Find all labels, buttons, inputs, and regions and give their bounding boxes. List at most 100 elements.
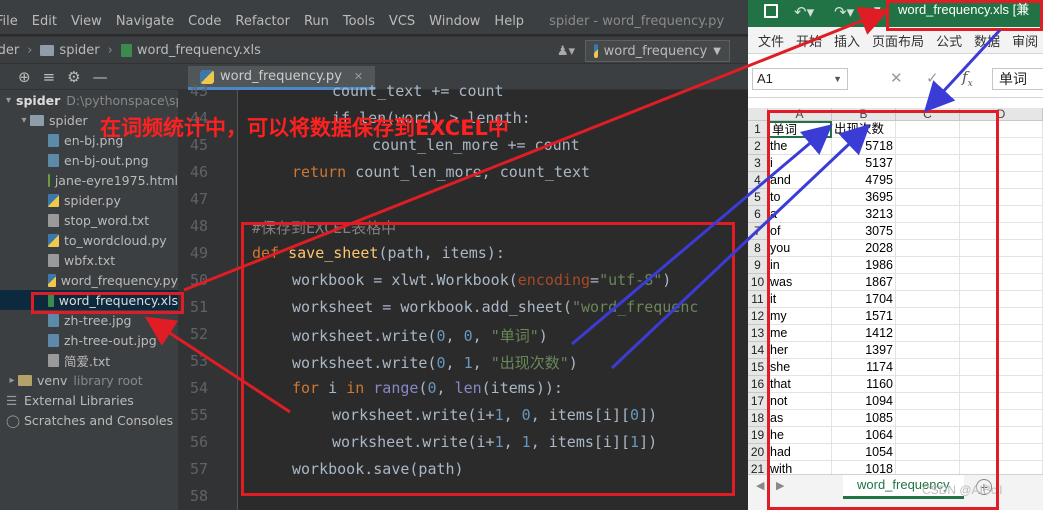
table-cell[interactable] [896,308,960,325]
ribbon-tab-insert[interactable]: 插入 [828,31,866,50]
table-cell[interactable] [896,138,960,155]
menu-window[interactable]: Window [422,14,487,29]
table-cell[interactable] [896,359,960,376]
tree-file[interactable]: zh-tree.jpg [0,310,178,330]
collapse-icon[interactable]: ≡ [43,68,56,86]
table-cell[interactable]: a [768,206,832,223]
menu-file[interactable]: File [0,14,25,29]
menu-navigate[interactable]: Navigate [109,14,181,29]
row-header[interactable]: 19 [748,427,768,444]
menu-view[interactable]: View [64,14,109,29]
menu-refactor[interactable]: Refactor [228,14,297,29]
select-all-corner[interactable] [748,108,768,121]
table-cell[interactable] [960,274,1043,291]
table-cell[interactable]: was [768,274,832,291]
cancel-icon[interactable]: ✕ [890,69,903,87]
row-header[interactable]: 11 [748,291,768,308]
locate-icon[interactable]: ⊕ [18,68,31,86]
table-cell[interactable]: 1160 [832,376,896,393]
menu-code[interactable]: Code [181,14,228,29]
table-cell[interactable] [896,121,960,138]
table-cell[interactable]: you [768,240,832,257]
row-header[interactable]: 17 [748,393,768,410]
table-cell[interactable]: it [768,291,832,308]
table-cell[interactable] [960,325,1043,342]
table-cell[interactable]: the [768,138,832,155]
gear-icon[interactable]: ⚙ [67,68,80,86]
run-config-dropdown[interactable]: word_frequency ▼ [585,40,730,62]
breadcrumb-file[interactable]: word_frequency.xls [120,43,261,58]
minimize-icon[interactable]: — [93,68,108,86]
ribbon-tab-data[interactable]: 数据 [968,31,1006,50]
table-cell[interactable] [960,427,1043,444]
table-cell[interactable] [896,325,960,342]
user-icon[interactable]: ♟▾ [557,44,575,59]
row-header[interactable]: 10 [748,274,768,291]
table-cell[interactable]: 3695 [832,189,896,206]
row-header[interactable]: 18 [748,410,768,427]
table-cell[interactable]: 4795 [832,172,896,189]
table-cell[interactable]: me [768,325,832,342]
table-cell[interactable]: 2028 [832,240,896,257]
table-cell[interactable] [960,155,1043,172]
table-cell[interactable] [960,342,1043,359]
row-header[interactable]: 2 [748,138,768,155]
menu-tools[interactable]: Tools [336,14,382,29]
undo-icon[interactable]: ↶▾ [794,3,814,21]
table-cell[interactable] [896,206,960,223]
table-cell[interactable] [896,155,960,172]
table-cell[interactable] [960,138,1043,155]
column-header[interactable]: B [832,108,896,121]
table-cell[interactable] [896,172,960,189]
table-cell[interactable]: as [768,410,832,427]
quick-access-icon[interactable]: ▾ [874,2,881,18]
column-header[interactable]: C [896,108,960,121]
tree-file[interactable]: en-bj-out.png [0,150,178,170]
ribbon-tab-formulas[interactable]: 公式 [930,31,968,50]
menu-vcs[interactable]: VCS [382,14,422,29]
table-cell[interactable]: and [768,172,832,189]
formula-input[interactable]: 单词 [992,68,1043,90]
table-cell[interactable]: 出现次数 [832,121,896,138]
ribbon-tab-layout[interactable]: 页面布局 [866,31,930,50]
table-cell[interactable]: 5137 [832,155,896,172]
confirm-icon[interactable]: ✓ [926,69,939,87]
table-cell[interactable] [896,410,960,427]
table-cell[interactable] [960,189,1043,206]
table-cell[interactable] [960,410,1043,427]
table-cell[interactable]: 3213 [832,206,896,223]
ribbon-tab-home[interactable]: 开始 [790,31,828,50]
table-cell[interactable]: 1571 [832,308,896,325]
table-cell[interactable] [896,223,960,240]
table-cell[interactable] [896,393,960,410]
table-cell[interactable]: in [768,257,832,274]
tree-file[interactable]: jane-eyre1975.html [0,170,178,190]
table-cell[interactable] [960,172,1043,189]
menu-edit[interactable]: Edit [25,14,64,29]
save-icon[interactable] [764,4,778,18]
tree-external-libraries[interactable]: ☰ External Libraries [0,390,178,410]
table-cell[interactable] [896,376,960,393]
row-header[interactable]: 3 [748,155,768,172]
table-cell[interactable]: 1704 [832,291,896,308]
table-cell[interactable] [896,444,960,461]
code-area[interactable]: count_text += count if len(word) > lengt… [252,82,748,510]
table-cell[interactable] [960,291,1043,308]
table-cell[interactable]: of [768,223,832,240]
tree-file[interactable]: wbfx.txt [0,250,178,270]
ribbon-tab-file[interactable]: 文件 [748,31,790,50]
name-box[interactable]: A1 ▼ [752,68,848,90]
table-cell[interactable] [960,121,1043,138]
tree-file[interactable]: to_wordcloud.py [0,230,178,250]
table-cell[interactable] [960,359,1043,376]
table-cell[interactable]: my [768,308,832,325]
sheet-nav-prev-icon[interactable]: ◀ [756,479,764,492]
row-header[interactable]: 1 [748,121,768,138]
table-cell[interactable]: 1085 [832,410,896,427]
function-icon[interactable]: fx [962,68,973,89]
table-cell[interactable] [960,257,1043,274]
table-cell[interactable] [960,223,1043,240]
tree-file[interactable]: 简爱.txt [0,350,178,370]
tree-file[interactable]: zh-tree-out.jpg [0,330,178,350]
table-cell[interactable]: 1054 [832,444,896,461]
